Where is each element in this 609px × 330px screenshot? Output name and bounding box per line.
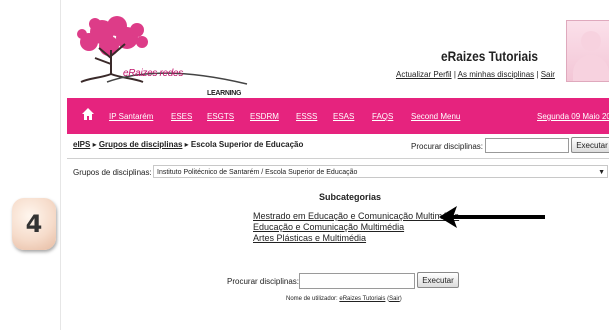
- my-courses-link[interactable]: As minhas disciplinas: [458, 70, 534, 79]
- breadcrumb: eIPS ▸ Grupos de disciplinas ▸ Escola Su…: [73, 140, 303, 149]
- subcategory-link[interactable]: Educação e Comunicação Multimédia: [253, 222, 459, 233]
- user-avatar[interactable]: [566, 20, 609, 82]
- breadcrumb-groups-link[interactable]: Grupos de disciplinas: [99, 140, 183, 149]
- user-links: Actualizar Perfil | As minhas disciplina…: [396, 70, 555, 79]
- course-groups-label: Grupos de disciplinas:: [73, 168, 152, 177]
- footer-logout-link[interactable]: Sair: [389, 296, 400, 302]
- nav-item-second-menu[interactable]: Second Menu: [411, 112, 460, 121]
- chevron-down-icon: ▼: [598, 169, 605, 176]
- subcategory-link[interactable]: Mestrado em Educação e Comunicação Multi…: [253, 211, 459, 222]
- nav-item-esgts[interactable]: ESGTS: [207, 112, 234, 121]
- search-execute-button[interactable]: Executar: [571, 137, 609, 153]
- step-number-badge: 4: [12, 198, 56, 250]
- course-groups-selected: Instituto Politécnico de Santarém / Esco…: [157, 169, 358, 176]
- subcategories-list: Mestrado em Educação e Comunicação Multi…: [253, 211, 459, 244]
- search-courses-input[interactable]: [485, 138, 569, 153]
- username-prefix: Nome de utilizador:: [286, 296, 338, 302]
- home-icon[interactable]: [81, 107, 95, 126]
- logout-link[interactable]: Sair: [541, 70, 555, 79]
- search-courses-input-bottom[interactable]: [299, 273, 415, 289]
- paren-close: ): [399, 296, 402, 302]
- course-groups-select[interactable]: Instituto Politécnico de Santarém / Esco…: [153, 165, 608, 178]
- site-title: eRaizes Tutoriais: [441, 48, 539, 64]
- nav-item-esdrm[interactable]: ESDRM: [250, 112, 279, 121]
- tree-logo-icon: [77, 16, 248, 85]
- link-separator: |: [453, 70, 456, 79]
- subcategory-link[interactable]: Artes Plásticas e Multimédia: [253, 233, 459, 244]
- breadcrumb-separator: ▸: [184, 140, 189, 149]
- main-navbar: IP Santarém ESES ESGTS ESDRM ESSS ESAS F…: [67, 98, 609, 134]
- logo-text: eRaizes redes: [123, 68, 184, 79]
- nav-date[interactable]: Segunda 09 Maio 2011: [537, 112, 609, 121]
- nav-item-eses[interactable]: ESES: [171, 112, 192, 121]
- nav-item-ipsantarem[interactable]: IP Santarém: [109, 112, 153, 121]
- header-divider: [67, 158, 609, 159]
- breadcrumb-current: Escola Superior de Educação: [190, 140, 304, 149]
- breadcrumb-home-link[interactable]: eIPS: [73, 140, 90, 149]
- nav-item-esas[interactable]: ESAS: [333, 112, 354, 121]
- site-logo[interactable]: eRaizes redes LEARNING: [67, 12, 257, 97]
- nav-item-faqs[interactable]: FAQS: [372, 112, 393, 121]
- pointer-arrow-icon: [439, 206, 545, 228]
- update-profile-link[interactable]: Actualizar Perfil: [396, 70, 452, 79]
- subcategories-title: Subcategorias: [319, 192, 382, 202]
- search-label-bottom: Procurar disciplinas:: [227, 277, 300, 286]
- breadcrumb-separator: ▸: [92, 140, 97, 149]
- step-number: 4: [25, 210, 43, 238]
- username-link[interactable]: eRaizes Tutoriais: [339, 296, 385, 302]
- browser-page: eRaizes redes LEARNING eRaizes Tutoriais…: [60, 0, 609, 330]
- nav-item-esss[interactable]: ESSS: [296, 112, 317, 121]
- search-execute-button-bottom[interactable]: Executar: [417, 272, 459, 288]
- logged-in-user-info: Nome de utilizador: eRaizes Tutoriais (S…: [286, 296, 402, 302]
- search-label: Procurar disciplinas:: [411, 142, 484, 151]
- logo-subtext: LEARNING: [207, 90, 242, 97]
- link-separator: |: [536, 70, 539, 79]
